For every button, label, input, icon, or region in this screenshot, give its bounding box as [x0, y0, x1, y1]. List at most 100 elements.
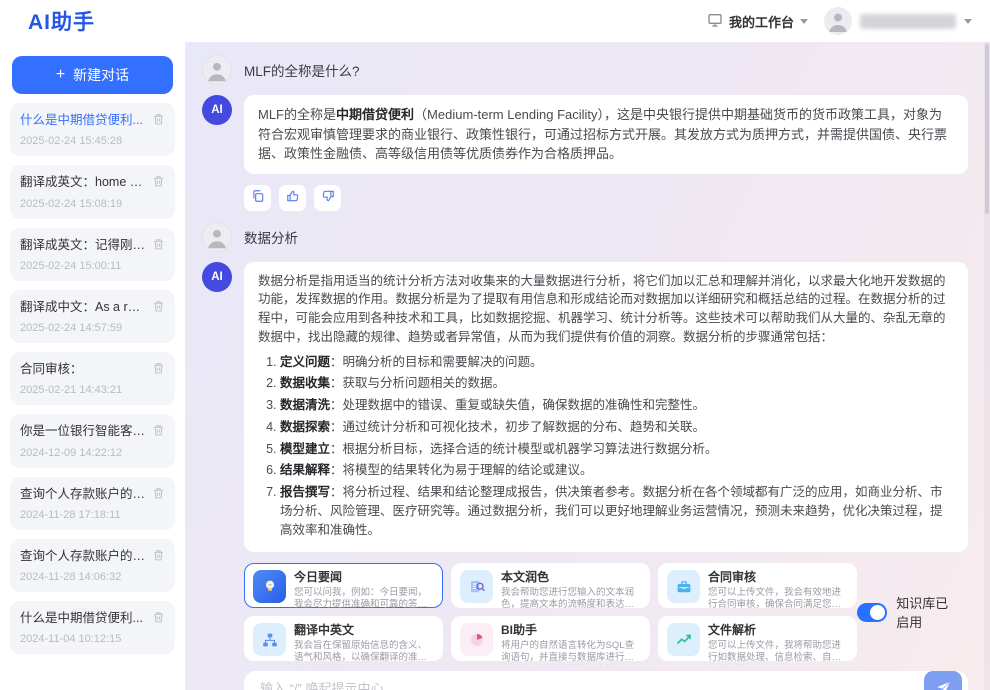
top-header: AI助手 我的工作台: [0, 0, 990, 42]
card-contract-review[interactable]: 合同审核 您可以上传文件，我会有效地进行合同审核，确保合同满足您的业务需求。: [658, 563, 857, 608]
ai-text: MLF的全称是: [258, 107, 336, 122]
conversation-item[interactable]: 什么是中期借贷便利... 2024-11-04 10:12:15: [10, 601, 175, 654]
ai-avatar: AI: [202, 95, 232, 125]
trash-icon[interactable]: [152, 486, 165, 500]
conversation-title: 什么是中期借贷便利...: [20, 610, 146, 626]
step-desc: ：明确分析的目标和需要解决的问题。: [330, 355, 543, 369]
ai-text-bold: 中期借贷便利: [336, 107, 414, 122]
step-item: 定义问题：明确分析的目标和需要解决的问题。: [280, 353, 954, 372]
sidebar: + 新建对话 什么是中期借贷便利... 2025-02-24 15:45:28 …: [0, 42, 186, 690]
step-desc: ：获取与分析问题相关的数据。: [330, 376, 505, 390]
trash-icon[interactable]: [152, 174, 165, 188]
card-file-parse[interactable]: 文件解析 您可以上传文件，我将帮助您进行如数据处理、信息检索、自动化办公等。: [658, 616, 857, 661]
conversation-item[interactable]: 你是一位银行智能客服，... 2024-12-09 14:22:12: [10, 414, 175, 467]
step-item: 数据清洗：处理数据中的错误、重复或缺失值，确保数据的准确性和完整性。: [280, 396, 954, 415]
chevron-down-icon: [964, 19, 972, 24]
trash-icon[interactable]: [152, 112, 165, 126]
conversation-time: 2025-02-21 14:43:21: [20, 384, 165, 396]
ai-avatar: AI: [202, 262, 232, 292]
card-texts: 今日要闻 您可以问我，例如：今日要闻，我会尽力提供准确和可靠的答案。: [294, 570, 434, 612]
card-desc: 将用户的自然语言转化为SQL查询语句，并直接与数据库进行交互，返回智能推荐的图表…: [501, 640, 641, 666]
message-input[interactable]: [260, 681, 924, 690]
trash-icon[interactable]: [152, 548, 165, 562]
conversation-item[interactable]: 翻译成英文：记得刚开始... 2025-02-24 15:00:11: [10, 228, 175, 281]
ai-text-intro: 数据分析是指用适当的统计分析方法对收集来的大量数据进行分析，将它们加以汇总和理解…: [258, 274, 946, 344]
user-message-text: 数据分析: [244, 227, 298, 247]
step-item: 模型建立：根据分析目标，选择合适的统计模型或机器学习算法进行数据分析。: [280, 440, 954, 459]
body-split: + 新建对话 什么是中期借贷便利... 2025-02-24 15:45:28 …: [0, 42, 990, 690]
conversation-time: 2025-02-24 15:45:28: [20, 135, 165, 147]
copy-icon: [251, 189, 265, 206]
workspace-menu[interactable]: 我的工作台: [707, 12, 808, 31]
card-translate[interactable]: 翻译中英文 我会旨在保留原始信息的含义、语气和风格，以确保翻译的准确性和自然流畅…: [244, 616, 443, 661]
knowledge-base-label: 知识库已启用: [896, 593, 960, 631]
workspace-label: 我的工作台: [729, 12, 794, 31]
briefcase-icon: [667, 570, 700, 603]
ai-message: AI 数据分析是指用适当的统计分析方法对收集来的大量数据进行分析，将它们加以汇总…: [202, 262, 968, 553]
new-chat-button[interactable]: + 新建对话: [12, 56, 173, 94]
trash-icon[interactable]: [152, 610, 165, 624]
ai-message: AI MLF的全称是中期借贷便利（Medium-term Lending Fac…: [202, 95, 968, 174]
send-button[interactable]: [924, 671, 962, 690]
step-item: 数据收集：获取与分析问题相关的数据。: [280, 374, 954, 393]
conversation-item[interactable]: 翻译成中文：As a reader... 2025-02-24 14:57:59: [10, 290, 175, 343]
document-magnifier-icon: [460, 570, 493, 603]
conversation-time: 2024-11-04 10:12:15: [20, 633, 165, 645]
trash-icon[interactable]: [152, 361, 165, 375]
card-desc: 您可以问我，例如：今日要闻，我会尽力提供准确和可靠的答案。: [294, 587, 434, 613]
card-title: 本文润色: [501, 570, 641, 584]
scrollbar[interactable]: [984, 42, 990, 690]
step-term: 数据收集: [280, 376, 330, 390]
card-title: 合同审核: [708, 570, 848, 584]
conversation-item[interactable]: 什么是中期借贷便利... 2025-02-24 15:45:28: [10, 103, 175, 156]
toggle-knob: [870, 605, 885, 620]
card-desc: 我会帮助您进行您输入的文本润色，提高文本的流畅度和表达效果。: [501, 587, 641, 613]
chat-main: MLF的全称是什么? AI MLF的全称是中期借贷便利（Medium-term …: [186, 42, 990, 690]
app-logo: AI助手: [28, 6, 95, 36]
conversation-time: 2024-11-28 17:18:11: [20, 509, 165, 521]
user-menu[interactable]: [824, 7, 972, 35]
trash-icon[interactable]: [152, 423, 165, 437]
conversation-title: 翻译成中文：As a reader...: [20, 299, 146, 315]
trash-icon[interactable]: [152, 299, 165, 313]
thumbs-up-button[interactable]: [279, 185, 306, 211]
card-bi-assistant[interactable]: BI助手 将用户的自然语言转化为SQL查询语句，并直接与数据库进行交互，返回智能…: [451, 616, 650, 661]
thumbs-up-icon: [286, 189, 300, 206]
thumbs-down-button[interactable]: [314, 185, 341, 211]
conversation-time: 2025-02-24 15:00:11: [20, 260, 165, 272]
card-title: BI助手: [501, 623, 641, 637]
card-desc: 您可以上传文件，我将帮助您进行如数据处理、信息检索、自动化办公等。: [708, 640, 848, 666]
conversation-item[interactable]: 查询个人存款账户的最新... 2024-11-28 17:18:11: [10, 477, 175, 530]
card-desc: 您可以上传文件，我会有效地进行合同审核，确保合同满足您的业务需求。: [708, 587, 848, 613]
step-desc: ：将分析过程、结果和结论整理成报告，供决策者参考。数据分析在各个领域都有广泛的应…: [280, 485, 943, 537]
conversation-time: 2025-02-24 14:57:59: [20, 322, 165, 334]
step-term: 定义问题: [280, 355, 330, 369]
lightbulb-icon: [253, 570, 286, 603]
user-avatar-icon: [202, 222, 232, 252]
conversation-title: 翻译成英文：home home: [20, 174, 146, 190]
card-text-polish[interactable]: 本文润色 我会帮助您进行您输入的文本润色，提高文本的流畅度和表达效果。: [451, 563, 650, 608]
message-actions: [244, 185, 968, 211]
step-item: 结果解释：将模型的结果转化为易于理解的结论或建议。: [280, 461, 954, 480]
conversation-item[interactable]: 查询个人存款账户的最新... 2024-11-28 14:06:32: [10, 539, 175, 592]
conversation-title: 查询个人存款账户的最新...: [20, 486, 146, 502]
user-message: MLF的全称是什么?: [202, 55, 968, 85]
plus-icon: +: [56, 66, 65, 84]
monitor-icon: [707, 12, 723, 31]
avatar: [824, 7, 852, 35]
ai-message-bubble: 数据分析是指用适当的统计分析方法对收集来的大量数据进行分析，将它们加以汇总和理解…: [244, 262, 968, 553]
conversation-item[interactable]: 翻译成英文：home home 2025-02-24 15:08:19: [10, 165, 175, 218]
copy-button[interactable]: [244, 185, 271, 211]
conversation-title: 合同审核：: [20, 361, 146, 377]
card-today-news[interactable]: 今日要闻 您可以问我，例如：今日要闻，我会尽力提供准确和可靠的答案。: [244, 563, 443, 608]
conversation-title: 查询个人存款账户的最新...: [20, 548, 146, 564]
conversation-item[interactable]: 合同审核： 2025-02-21 14:43:21: [10, 352, 175, 405]
trash-icon[interactable]: [152, 237, 165, 251]
knowledge-base-toggle[interactable]: [857, 603, 887, 622]
quick-actions-grid: 今日要闻 您可以问我，例如：今日要闻，我会尽力提供准确和可靠的答案。 本文润色 …: [244, 563, 857, 661]
scrollbar-thumb[interactable]: [985, 44, 989, 214]
card-texts: 翻译中英文 我会旨在保留原始信息的含义、语气和风格，以确保翻译的准确性和自然流畅…: [294, 623, 434, 665]
step-item: 数据探索：通过统计分析和可视化技术，初步了解数据的分布、趋势和关联。: [280, 418, 954, 437]
card-texts: 合同审核 您可以上传文件，我会有效地进行合同审核，确保合同满足您的业务需求。: [708, 570, 848, 612]
card-title: 今日要闻: [294, 570, 434, 584]
